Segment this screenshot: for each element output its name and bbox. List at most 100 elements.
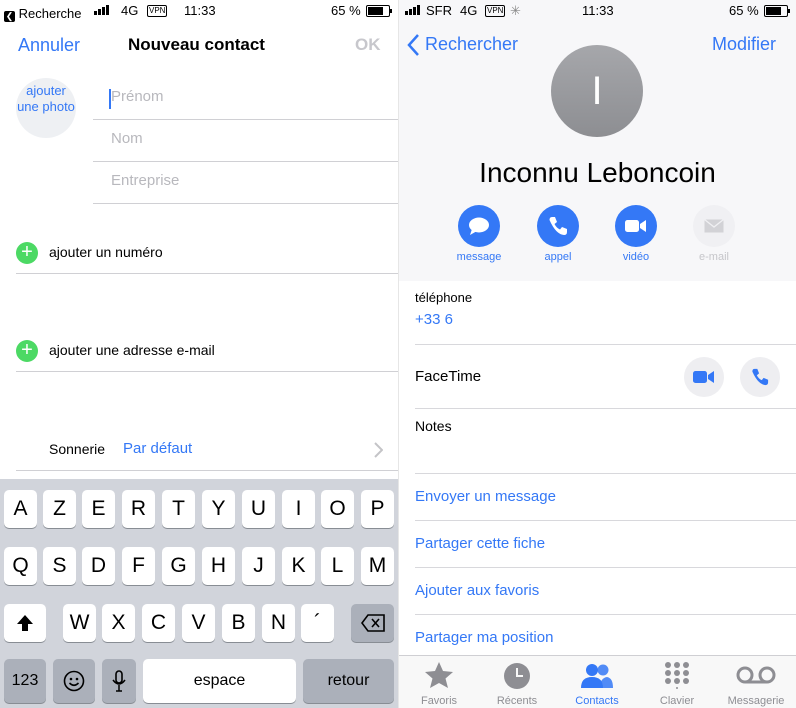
key-m[interactable]: M — [361, 547, 394, 585]
chevron-left-icon — [407, 34, 419, 56]
call-action-button[interactable] — [537, 205, 579, 247]
first-name-field[interactable] — [93, 77, 398, 120]
key-a[interactable]: A — [4, 490, 37, 528]
battery-percent: 65 % — [729, 3, 759, 18]
share-location-link[interactable]: Partager ma position — [415, 629, 553, 646]
add-phone-row[interactable]: + ajouter un numéro — [16, 233, 398, 274]
text-cursor — [109, 89, 111, 109]
key-r[interactable]: R — [122, 490, 155, 528]
battery-icon — [366, 5, 392, 17]
key-k[interactable]: K — [282, 547, 315, 585]
key-v[interactable]: V — [182, 604, 215, 642]
microphone-icon — [112, 670, 126, 692]
key-e[interactable]: E — [82, 490, 115, 528]
numbers-key[interactable]: 123 — [4, 659, 46, 703]
key-b[interactable]: B — [222, 604, 255, 642]
share-contact-link[interactable]: Partager cette fiche — [415, 535, 545, 552]
add-plus-icon: + — [16, 340, 38, 362]
add-photo-button[interactable]: ajouter une photo — [16, 78, 76, 138]
emoji-key[interactable] — [53, 659, 95, 703]
key-i[interactable]: I — [282, 490, 315, 528]
key-x[interactable]: X — [102, 604, 135, 642]
last-name-field[interactable] — [93, 119, 398, 162]
ringtone-row[interactable]: Sonnerie Par défaut — [16, 430, 398, 471]
new-contact-screen: ❮ Recherche 4G VPN 11:33 65 % Annuler No… — [0, 0, 398, 708]
key-d[interactable]: D — [82, 547, 115, 585]
video-action-button[interactable] — [615, 205, 657, 247]
page-title: Nouveau contact — [128, 35, 265, 54]
tab-label: Messagerie — [727, 695, 785, 707]
loading-spinner-icon: ✳ — [510, 3, 521, 18]
tab-bar: Favoris Récents Contacts Clavier Message… — [399, 655, 796, 708]
shift-key[interactable] — [4, 604, 46, 642]
edit-button[interactable]: Modifier — [712, 34, 776, 55]
keypad-icon — [665, 662, 689, 689]
vpn-badge: VPN — [485, 5, 506, 17]
key-g[interactable]: G — [162, 547, 195, 585]
phone-number[interactable]: +33 6 — [415, 311, 453, 328]
message-action-button[interactable] — [458, 205, 500, 247]
key-h[interactable]: H — [202, 547, 235, 585]
status-time: 11:33 — [582, 3, 614, 18]
last-name-input[interactable] — [109, 129, 353, 148]
status-time: 11:33 — [184, 3, 216, 18]
email-action-label: e-mail — [699, 251, 729, 263]
ringtone-value: Par défaut — [123, 440, 193, 457]
facetime-audio-button[interactable] — [740, 357, 780, 397]
back-to-app-link[interactable]: ❮ Recherche — [4, 3, 82, 22]
contact-name: Inconnu Leboncoin — [479, 157, 716, 188]
clock-icon — [504, 663, 530, 689]
backspace-key[interactable] — [351, 604, 394, 642]
facetime-video-button[interactable] — [684, 357, 724, 397]
key-s[interactable]: S — [43, 547, 76, 585]
notes-section[interactable]: Notes — [399, 409, 796, 473]
key-c[interactable]: C — [142, 604, 175, 642]
key-p[interactable]: P — [361, 490, 394, 528]
divider — [415, 567, 796, 568]
space-key[interactable]: espace — [143, 659, 296, 703]
return-key[interactable]: retour — [303, 659, 394, 703]
send-message-link[interactable]: Envoyer un message — [415, 488, 556, 505]
cancel-button[interactable]: Annuler — [18, 35, 80, 56]
phone-section[interactable]: téléphone +33 6 — [399, 281, 796, 345]
backspace-icon — [360, 614, 385, 632]
battery-icon — [764, 5, 790, 17]
video-action-label: vidéo — [622, 251, 650, 263]
key-y[interactable]: Y — [202, 490, 235, 528]
back-arrow-icon: ❮ — [4, 11, 15, 22]
contact-header: SFR 4G VPN ✳ 11:33 65 % Rechercher Modif… — [399, 0, 796, 281]
add-to-favorites-link[interactable]: Ajouter aux favoris — [415, 582, 539, 599]
signal-icon — [405, 5, 420, 15]
key-q[interactable]: Q — [4, 547, 37, 585]
company-field[interactable] — [93, 161, 398, 204]
key-z[interactable]: Z — [43, 490, 76, 528]
voicemail-icon — [736, 666, 776, 684]
add-email-row[interactable]: + ajouter une adresse e-mail — [16, 331, 398, 372]
network-type: 4G — [460, 3, 478, 18]
tab-label: Favoris — [420, 695, 458, 707]
contacts-icon — [581, 664, 613, 688]
key-acute[interactable]: ´ — [301, 604, 334, 642]
key-n[interactable]: N — [262, 604, 295, 642]
key-t[interactable]: T — [162, 490, 195, 528]
first-name-input[interactable] — [109, 87, 353, 106]
dictation-key[interactable] — [102, 659, 136, 703]
phone-icon — [549, 217, 567, 235]
email-action-button[interactable] — [693, 205, 735, 247]
tab-label: Récents — [496, 695, 538, 707]
key-j[interactable]: J — [242, 547, 275, 585]
key-l[interactable]: L — [321, 547, 354, 585]
vpn-badge: VPN — [147, 5, 168, 17]
phone-label: téléphone — [415, 290, 473, 305]
add-phone-label: ajouter un numéro — [49, 244, 163, 260]
key-u[interactable]: U — [242, 490, 275, 528]
shift-arrow-icon — [17, 615, 33, 631]
status-bar: ❮ Recherche 4G VPN 11:33 65 % — [0, 0, 398, 22]
key-w[interactable]: W — [63, 604, 96, 642]
divider — [415, 614, 796, 615]
company-input[interactable] — [109, 171, 353, 190]
key-f[interactable]: F — [122, 547, 155, 585]
avatar: I — [551, 45, 643, 137]
ok-button[interactable]: OK — [355, 35, 381, 55]
key-o[interactable]: O — [321, 490, 354, 528]
